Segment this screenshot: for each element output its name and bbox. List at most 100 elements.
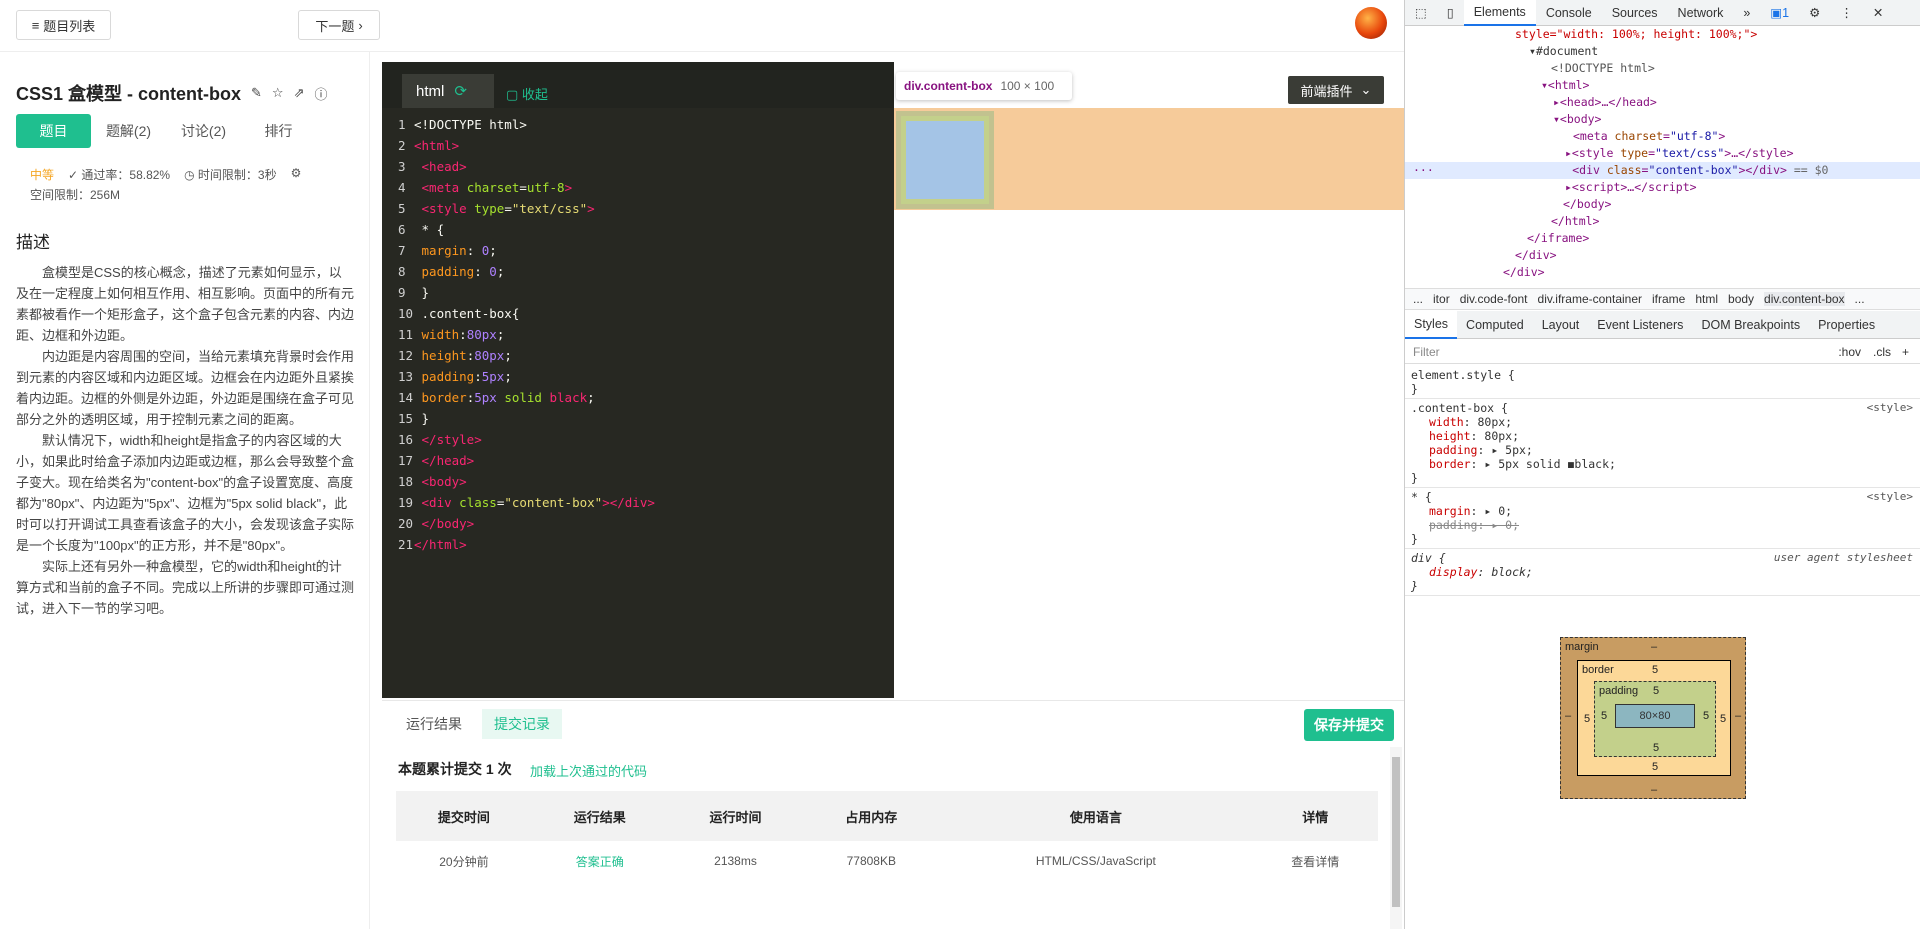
code-line: 9 } xyxy=(398,285,430,300)
rule-element-style[interactable]: element.style {} xyxy=(1405,366,1920,399)
box-border-top: 5 xyxy=(1652,664,1659,676)
code-line: 21</html> xyxy=(398,537,467,552)
issues-badge[interactable]: ▣ 1 xyxy=(1760,0,1799,26)
code-line: 6 * { xyxy=(398,222,445,237)
plugin-dropdown[interactable]: 前端插件 ⌄ xyxy=(1288,76,1384,104)
rule-content-box[interactable]: .content-box {<style> width: 80px; heigh… xyxy=(1405,399,1920,488)
styles-filter-input[interactable]: Filter :hov .cls + xyxy=(1405,340,1920,364)
hov-toggle[interactable]: :hov xyxy=(1838,345,1861,359)
star-icon[interactable]: ☆ xyxy=(272,85,284,101)
collapse-button[interactable]: ▢ 收起 xyxy=(506,84,548,103)
tab-network[interactable]: Network xyxy=(1668,0,1734,26)
chevron-down-icon: ⌄ xyxy=(1360,82,1372,97)
description-paragraph: 默认情况下，width和height是指盒子的内容区域的大小，如果此时给盒子添加… xyxy=(16,433,355,553)
tab-solutions[interactable]: 题解(2) xyxy=(91,114,166,148)
code-line: 5 <style type="text/css"> xyxy=(398,201,595,216)
column-header: 占用内存 xyxy=(803,791,940,841)
inspect-icon[interactable]: ⬚ xyxy=(1405,0,1437,26)
gear-icon[interactable]: ⚙ xyxy=(1799,0,1830,26)
cls-toggle[interactable]: .cls xyxy=(1873,345,1891,359)
dom-node[interactable]: <meta charset="utf-8"> xyxy=(1405,128,1920,145)
dom-node[interactable]: </div> xyxy=(1405,264,1920,281)
tab-ranking[interactable]: 排行 xyxy=(241,114,316,148)
dom-node-selected[interactable]: ··· <div class="content-box"></div> == $… xyxy=(1405,162,1920,179)
tab-elements[interactable]: Elements xyxy=(1463,0,1536,26)
next-problem-button[interactable]: 下一题 › xyxy=(298,10,380,40)
element-tooltip: div.content-box 100 × 100 xyxy=(896,72,1072,100)
dom-node[interactable]: <!DOCTYPE html> xyxy=(1405,60,1920,77)
tab-styles[interactable]: Styles xyxy=(1405,310,1458,339)
breadcrumb-item[interactable]: div.code-font xyxy=(1460,292,1528,306)
breadcrumb-item[interactable]: itor xyxy=(1433,292,1450,306)
details-link[interactable]: 查看详情 xyxy=(1253,841,1378,881)
breadcrumb-item[interactable]: iframe xyxy=(1652,292,1685,306)
edit-icon[interactable]: ✎ xyxy=(251,85,262,101)
refresh-icon[interactable]: ⟳ xyxy=(454,82,467,100)
breadcrumb-item[interactable]: ... xyxy=(1413,292,1423,306)
code-line: 17 </head> xyxy=(398,453,475,468)
device-icon[interactable]: ▯ xyxy=(1437,0,1464,26)
box-margin-top: – xyxy=(1651,641,1658,653)
dom-node[interactable]: style="width: 100%; height: 100%;"> xyxy=(1405,26,1920,43)
kebab-icon[interactable]: ⋮ xyxy=(1830,0,1863,26)
load-last-code-link[interactable]: 加载上次通过的代码 xyxy=(530,761,647,780)
style-rules: element.style {} .content-box {<style> w… xyxy=(1405,366,1920,596)
dom-node[interactable]: ▸<script>…</script> xyxy=(1405,179,1920,196)
box-margin-left: – xyxy=(1565,710,1572,722)
settings-icon[interactable]: ⚙ xyxy=(291,166,302,183)
box-padding: padding 5 5 5 5 80×80 xyxy=(1594,681,1716,757)
save-submit-button[interactable]: 保存并提交 xyxy=(1304,709,1394,741)
tab-computed[interactable]: Computed xyxy=(1457,311,1533,339)
scrollbar[interactable] xyxy=(1390,747,1402,929)
dom-node[interactable]: ▾<html> xyxy=(1405,77,1920,94)
breadcrumb-item[interactable]: div.iframe-container xyxy=(1538,292,1642,306)
tab-sources[interactable]: Sources xyxy=(1602,0,1668,26)
styles-tabs: Styles Computed Layout Event Listeners D… xyxy=(1405,310,1920,339)
more-tabs-icon[interactable]: » xyxy=(1733,0,1760,26)
description-paragraph: 盒模型是CSS的核心概念，描述了元素如何显示，以及在一定程度上如何相互作用、相互… xyxy=(16,265,355,343)
rule-universal[interactable]: * {<style> margin: ▸ 0; padding: ▸ 0;} xyxy=(1405,488,1920,549)
dom-node[interactable]: </html> xyxy=(1405,213,1920,230)
table-row: 20分钟前 答案正确 2138ms 77808KB HTML/CSS/JavaS… xyxy=(396,841,1378,881)
close-icon[interactable]: ✕ xyxy=(1863,0,1893,26)
breadcrumb-item-active[interactable]: div.content-box xyxy=(1764,292,1845,306)
code-line: 18 <body> xyxy=(398,474,467,489)
dom-node[interactable]: ▸<style type="text/css">…</style> xyxy=(1405,145,1920,162)
code-lines[interactable]: 1 <!DOCTYPE html> 2 <html> 3 <head> 4 <met… xyxy=(382,114,894,555)
dom-node[interactable]: </div> xyxy=(1405,247,1920,264)
breadcrumb-item[interactable]: body xyxy=(1728,292,1754,306)
dom-node[interactable]: ▾<body> xyxy=(1405,111,1920,128)
submission-table: 提交时间 运行结果 运行时间 占用内存 使用语言 详情 20分钟前 答案正确 2… xyxy=(396,791,1378,881)
tab-properties[interactable]: Properties xyxy=(1809,311,1884,339)
scrollbar-thumb[interactable] xyxy=(1392,757,1400,907)
tab-event-listeners[interactable]: Event Listeners xyxy=(1588,311,1692,339)
dom-tree[interactable]: style="width: 100%; height: 100%;"> ▾#do… xyxy=(1405,26,1920,286)
tab-layout[interactable]: Layout xyxy=(1533,311,1589,339)
dom-node[interactable]: ▸<head>…</head> xyxy=(1405,94,1920,111)
content-box-highlight xyxy=(896,111,994,209)
description-heading: 描述 xyxy=(16,233,50,252)
info-icon[interactable]: ⓘ xyxy=(314,84,327,103)
tab-dom-breakpoints[interactable]: DOM Breakpoints xyxy=(1692,311,1809,339)
avatar[interactable] xyxy=(1355,7,1387,39)
breadcrumb-item[interactable]: html xyxy=(1695,292,1718,306)
tab-problem[interactable]: 题目 xyxy=(16,114,91,148)
dom-node[interactable]: </iframe> xyxy=(1405,230,1920,247)
problem-list-button[interactable]: ≡ 题目列表 xyxy=(16,10,111,40)
share-icon[interactable]: ⇗ xyxy=(294,85,305,101)
tab-console[interactable]: Console xyxy=(1536,0,1602,26)
code-line: 10 .content-box{ xyxy=(398,306,520,321)
code-line: 3 <head> xyxy=(398,159,467,174)
dom-node[interactable]: </body> xyxy=(1405,196,1920,213)
tab-discussion[interactable]: 讨论(2) xyxy=(166,114,241,148)
tab-html[interactable]: html ⟳ xyxy=(402,74,494,108)
rule-user-agent[interactable]: div {user agent stylesheet display: bloc… xyxy=(1405,549,1920,596)
problem-tabs: 题目 题解(2) 讨论(2) 排行 xyxy=(16,114,352,148)
breadcrumb-item[interactable]: ... xyxy=(1855,292,1865,306)
time-limit: ◷ 时间限制：3秒 xyxy=(184,168,277,182)
top-bar: ≡ 题目列表 下一题 › xyxy=(0,0,1404,52)
tab-submissions[interactable]: 提交记录 xyxy=(482,709,562,739)
add-rule-icon[interactable]: + xyxy=(1902,345,1909,359)
dom-node[interactable]: ▾#document xyxy=(1405,43,1920,60)
tab-run-result[interactable]: 运行结果 xyxy=(394,709,474,739)
